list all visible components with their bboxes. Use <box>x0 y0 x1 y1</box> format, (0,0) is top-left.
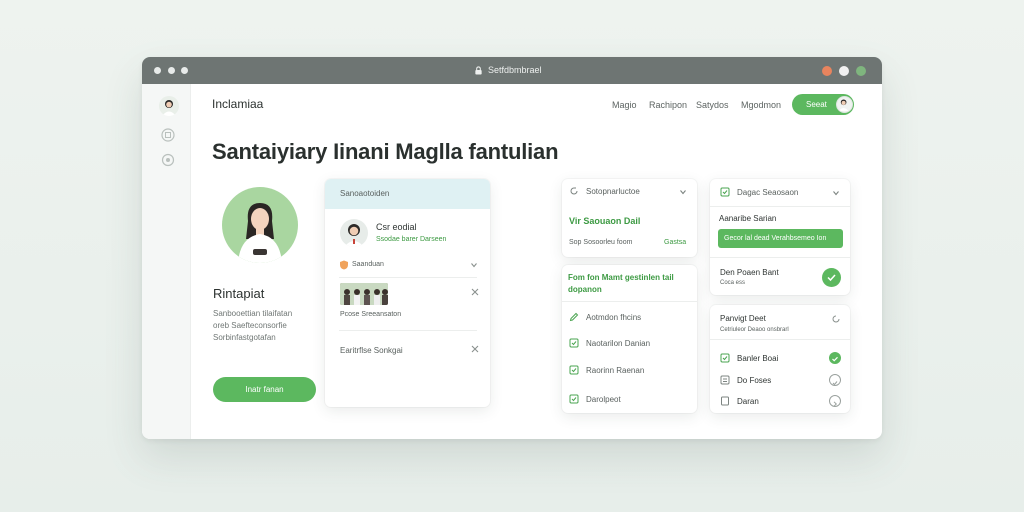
checklist-card-title: Vir Saouaon Dail <box>569 216 641 226</box>
refresh-icon[interactable] <box>831 314 841 324</box>
nav-item-satydos[interactable]: Satydos <box>696 100 729 110</box>
divider <box>339 330 477 331</box>
window-dot-icon[interactable] <box>181 67 188 74</box>
maximize-window-button[interactable] <box>856 66 866 76</box>
checkbox-icon[interactable] <box>569 365 579 375</box>
feed-card-banner-label: Sanoaotoiden <box>340 189 390 198</box>
chevron-down-icon[interactable] <box>678 187 688 197</box>
divider <box>710 339 850 340</box>
divider <box>710 257 850 258</box>
checklist-card-header: Sotopnarluctoe <box>586 187 640 196</box>
profile-name: Rintapiat <box>213 286 265 301</box>
feed-card: Sanoaotoiden Csr eodial Ssodae barer Dar… <box>325 179 490 407</box>
window-dot-icon[interactable] <box>168 67 175 74</box>
refresh-icon[interactable] <box>569 186 579 196</box>
checklist-card: Sotopnarluctoe Vir Saouaon Dail Sop Soso… <box>562 179 697 257</box>
profile-photo <box>222 187 298 263</box>
feed-row-label: Earitrflse Sonkgai <box>340 346 403 355</box>
divider <box>562 301 697 302</box>
header-cta-label: Seeat <box>806 100 827 109</box>
address-bar-url[interactable]: Setfdbmbrael <box>488 65 542 75</box>
tasks-card: Fom fon Mamt gestinlen tail dopanon Aotm… <box>562 265 697 413</box>
close-window-button[interactable] <box>822 66 832 76</box>
check-icon <box>827 274 836 282</box>
feed-row-label: Pcose Sreeansaton <box>340 311 402 318</box>
checkbox-icon[interactable] <box>569 394 579 404</box>
summary-card-header: Dagac Seaosaon <box>737 188 799 197</box>
feed-person-name: Csr eodial <box>376 222 417 232</box>
settings-item-label[interactable]: Daran <box>737 397 759 406</box>
divider <box>710 206 850 207</box>
divider <box>339 277 477 278</box>
checkbox-icon[interactable] <box>569 338 579 348</box>
summary-card: Dagac Seaosaon Aanaribe Sarian Gecor lal… <box>710 179 850 295</box>
avatar[interactable] <box>159 96 179 116</box>
profile-desc-line: Sorbinfastgotafan <box>213 333 276 342</box>
list-icon[interactable] <box>720 375 730 385</box>
help-icon[interactable] <box>161 153 175 167</box>
user-avatar[interactable] <box>836 96 853 113</box>
minimize-window-button[interactable] <box>839 66 849 76</box>
profile-desc-line: oreb Saefteconsorfie <box>213 321 287 330</box>
settings-item-label[interactable]: Do Foses <box>737 376 771 385</box>
lock-icon <box>475 66 482 75</box>
nav-item-mgodmon[interactable]: Mgodmon <box>741 100 781 110</box>
summary-row-label: Den Poaen Bant <box>720 268 779 277</box>
nav-item-rachipon[interactable]: Rachipon <box>649 100 687 110</box>
checkbox-icon[interactable] <box>720 353 730 363</box>
arrow-right-icon[interactable] <box>829 395 841 407</box>
checkbox-icon[interactable] <box>720 187 730 197</box>
document-icon[interactable] <box>720 396 730 406</box>
confirm-button[interactable] <box>822 268 841 287</box>
summary-row-sub: Coca ess <box>720 280 746 286</box>
checklist-card-status[interactable]: Gastsa <box>664 239 686 246</box>
profile-desc-line: Sanbooettian tilaifatan <box>213 309 293 318</box>
avatar[interactable] <box>340 219 368 247</box>
settings-card-subtitle: Cetriuleor Deaoo onsbrarl <box>720 327 789 333</box>
edit-icon[interactable] <box>569 312 579 322</box>
task-item-label[interactable]: Raorinn Raenan <box>586 366 644 375</box>
task-item-label[interactable]: Naotarilon Danian <box>586 339 650 348</box>
check-icon[interactable] <box>829 352 841 364</box>
summary-card-title: Aanaribe Sarian <box>719 214 777 223</box>
tasks-card-title: Fom fon Mamt gestinlen tail dopanon <box>568 273 674 294</box>
sidebar <box>142 84 191 439</box>
grid-icon[interactable] <box>161 128 175 142</box>
chevron-down-icon[interactable] <box>470 261 478 269</box>
profile-description: Sanbooettian tilaifatan oreb Saefteconso… <box>213 308 323 344</box>
close-icon[interactable] <box>471 288 479 296</box>
check-icon[interactable] <box>829 374 841 386</box>
settings-card-header: Panvigt Deet <box>720 314 766 323</box>
browser-titlebar: Setfdbmbrael <box>142 57 882 84</box>
shield-icon <box>340 260 348 270</box>
checklist-card-meta: Sop Sosoorleu foom <box>569 239 633 246</box>
page-title: Santaiyiary Iinani Maglla fantulian <box>212 139 559 164</box>
window-dot-icon[interactable] <box>154 67 161 74</box>
browser-window: Setfdbmbrael Inclamiaa Magio Rachipon Sa… <box>142 57 882 439</box>
summary-highlight-bar[interactable]: Gecor lal dead Verahbsemeo Ion <box>718 229 843 248</box>
settings-card: Panvigt Deet Cetriuleor Deaoo onsbrarl B… <box>710 305 850 413</box>
feed-row-label: Saanduan <box>352 261 384 268</box>
settings-item-label[interactable]: Banler Boai <box>737 354 778 363</box>
brand-logo[interactable]: Inclamiaa <box>212 97 263 111</box>
feed-person-subtitle: Ssodae barer Darseen <box>376 236 447 243</box>
close-icon[interactable] <box>471 345 479 353</box>
profile-action-button[interactable]: Inatr fanan <box>213 377 316 402</box>
group-photo <box>340 283 388 305</box>
task-item-label[interactable]: Aotmdon fhcins <box>586 313 641 322</box>
task-item-label[interactable]: Darolpeot <box>586 395 621 404</box>
nav-item-magio[interactable]: Magio <box>612 100 637 110</box>
chevron-down-icon[interactable] <box>831 188 841 198</box>
